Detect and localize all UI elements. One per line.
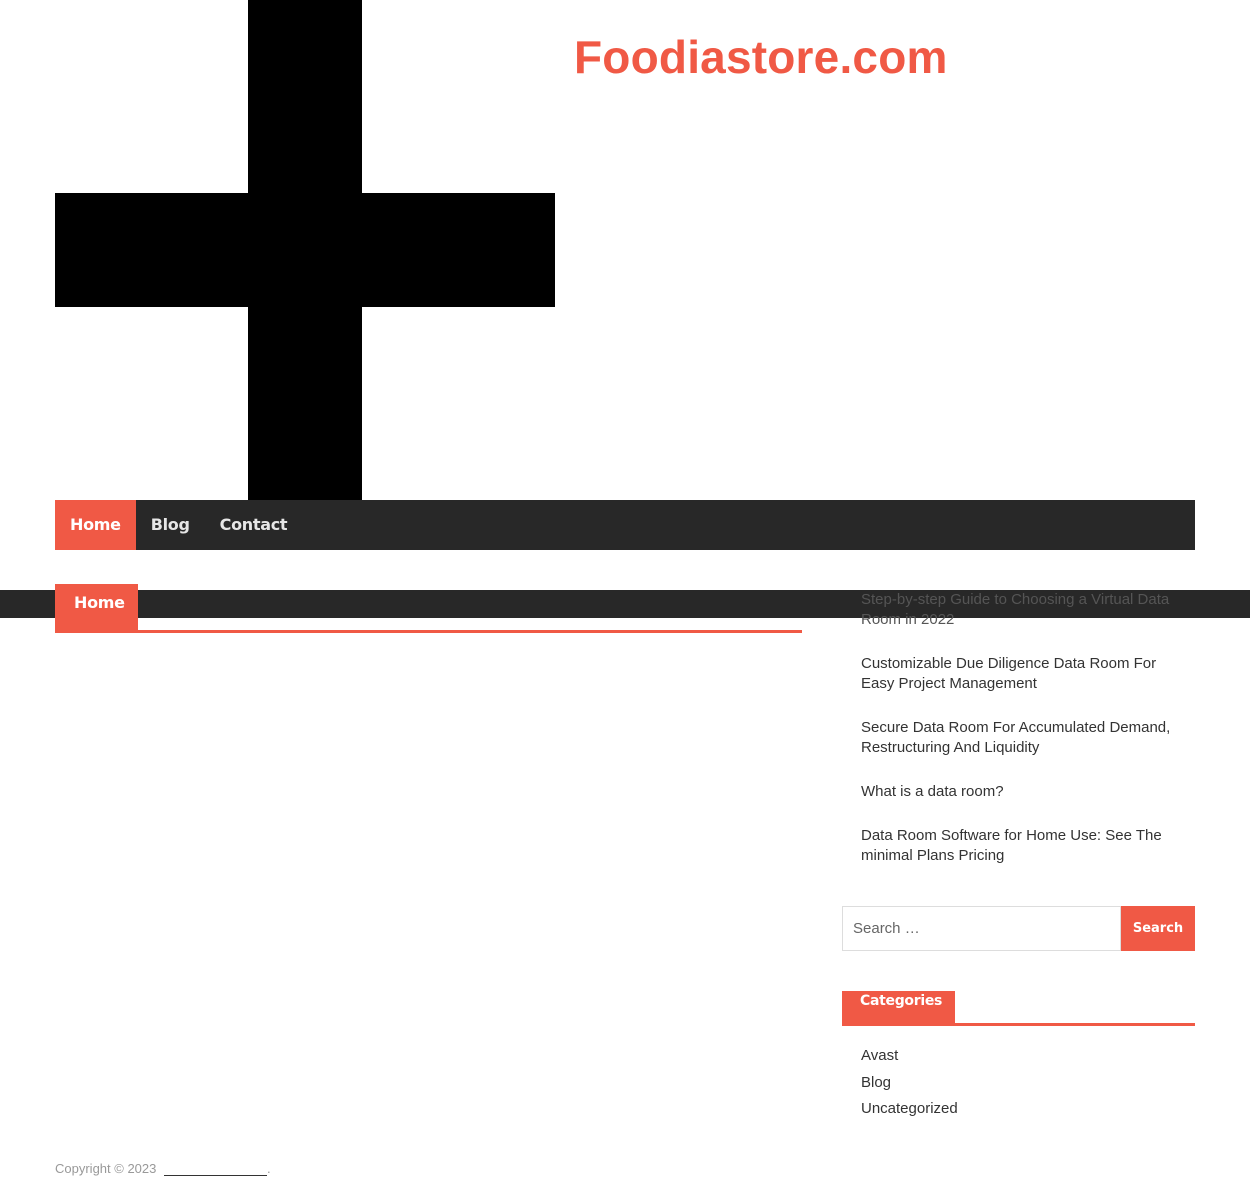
nav-item-home[interactable]: Home xyxy=(55,500,136,550)
categories-divider xyxy=(842,1023,1195,1026)
section-divider xyxy=(55,630,802,633)
section-title-home: Home xyxy=(55,584,138,630)
main-navigation: Home Blog Contact xyxy=(55,500,1195,550)
footer-trailing-dot: . xyxy=(266,1161,271,1176)
recent-post-link[interactable]: Customizable Due Diligence Data Room For… xyxy=(861,654,1181,694)
category-link-blog[interactable]: Blog xyxy=(861,1073,958,1093)
site-footer: Copyright © 2023 . xyxy=(55,1161,271,1176)
categories-title: Categories xyxy=(842,991,955,1023)
copyright-text: Copyright © 2023 xyxy=(55,1161,157,1176)
recent-posts-list: Step-by-step Guide to Choosing a Virtual… xyxy=(861,590,1181,890)
cross-horizontal-bar xyxy=(55,193,555,307)
recent-post-link[interactable]: Secure Data Room For Accumulated Demand,… xyxy=(861,718,1181,758)
recent-post-link[interactable]: What is a data room? xyxy=(861,782,1181,802)
site-title-link[interactable]: Foodiastore.com xyxy=(574,30,948,84)
categories-list: Avast Blog Uncategorized xyxy=(861,1046,958,1126)
search-button[interactable]: Search xyxy=(1121,906,1195,951)
category-link-uncategorized[interactable]: Uncategorized xyxy=(861,1099,958,1119)
category-link-avast[interactable]: Avast xyxy=(861,1046,958,1066)
nav-item-blog[interactable]: Blog xyxy=(136,500,205,550)
search-input[interactable] xyxy=(842,906,1121,951)
recent-post-link[interactable]: Data Room Software for Home Use: See The… xyxy=(861,826,1181,866)
nav-item-contact[interactable]: Contact xyxy=(205,500,303,550)
footer-credit-link[interactable] xyxy=(163,1162,267,1176)
recent-post-link[interactable]: Step-by-step Guide to Choosing a Virtual… xyxy=(861,590,1181,630)
